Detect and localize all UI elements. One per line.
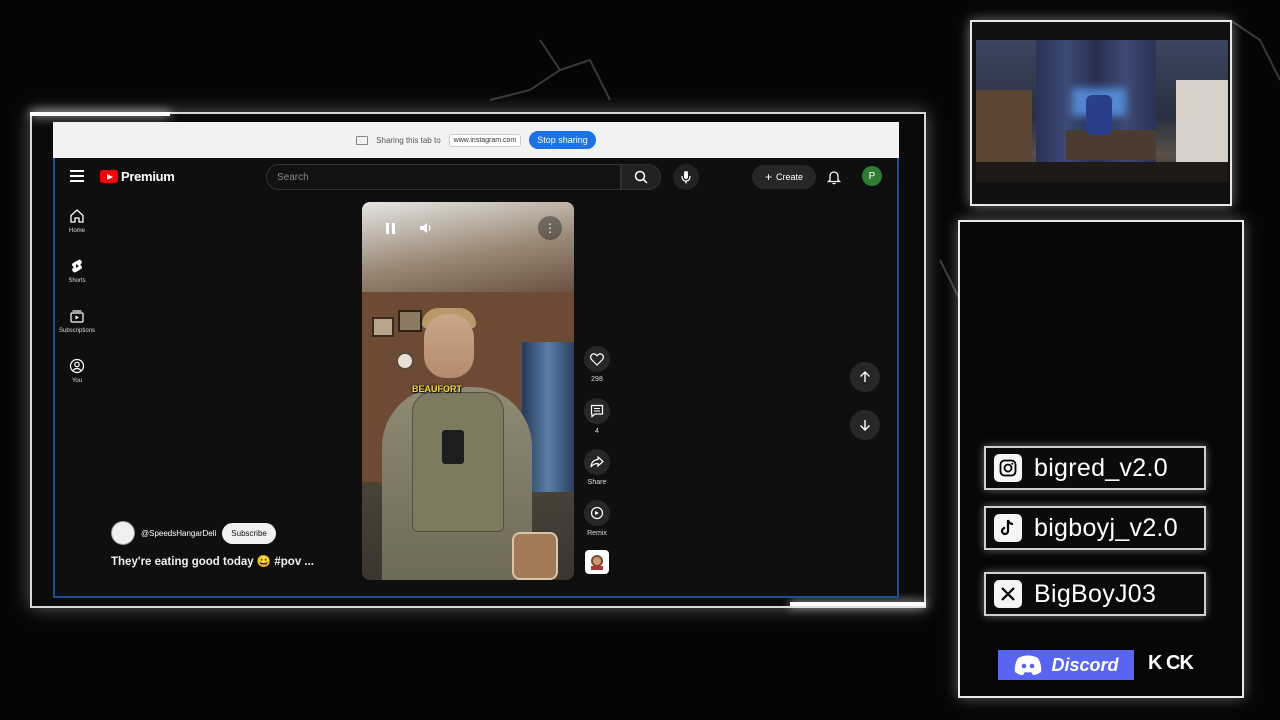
sidebar-item-label: Home xyxy=(68,228,85,234)
youtube-play-icon xyxy=(100,170,118,183)
video-scene xyxy=(512,532,558,580)
instagram-icon xyxy=(994,454,1022,482)
x-handle-card: BigBoyJ03 xyxy=(984,572,1206,616)
sidebar-item-you[interactable]: You xyxy=(56,358,98,384)
frame-glow-accent xyxy=(790,602,926,606)
microphone-icon xyxy=(681,171,691,184)
share-icon xyxy=(590,456,604,468)
stop-sharing-button[interactable]: Stop sharing xyxy=(529,131,596,149)
home-icon xyxy=(70,209,84,223)
notifications-bell-icon[interactable] xyxy=(826,169,842,185)
x-handle: BigBoyJ03 xyxy=(1034,579,1157,608)
kick-logo: K CK xyxy=(1148,652,1194,674)
remix-icon xyxy=(590,506,604,520)
share-button[interactable]: Share xyxy=(584,449,610,486)
you-icon xyxy=(69,358,85,374)
sidebar-item-label: You xyxy=(71,378,83,384)
account-avatar[interactable]: P xyxy=(862,166,882,186)
remix-button[interactable]: Remix xyxy=(584,500,610,537)
sound-thumbnail[interactable] xyxy=(585,550,609,574)
channel-handle[interactable]: @SpeedsHangarDeli xyxy=(141,529,216,538)
search-input[interactable]: Search xyxy=(266,164,621,190)
discord-label: Discord xyxy=(1051,654,1119,675)
heart-icon xyxy=(590,352,604,366)
tab-share-bar: Sharing this tab to www.instagram.com St… xyxy=(53,122,899,158)
remix-label: Remix xyxy=(587,530,607,537)
search-button[interactable] xyxy=(621,164,661,190)
plus-icon: + xyxy=(764,170,772,184)
sidebar-item-shorts[interactable]: Shorts xyxy=(56,258,98,284)
tiktok-icon xyxy=(994,514,1022,542)
share-target-url[interactable]: www.instagram.com xyxy=(448,133,522,147)
discord-badge: Discord xyxy=(998,650,1134,680)
screen-share-icon xyxy=(356,135,369,145)
sidebar-item-subscriptions[interactable]: Subscriptions xyxy=(56,308,98,334)
video-scene xyxy=(424,314,474,378)
volume-icon[interactable] xyxy=(416,218,436,238)
webcam-feed xyxy=(976,40,1228,182)
short-title[interactable]: They're eating good today 😀 #pov ... xyxy=(111,554,314,568)
arrow-down-icon xyxy=(860,420,870,431)
video-scene xyxy=(396,352,414,370)
pause-button[interactable] xyxy=(380,218,400,238)
video-scene xyxy=(362,202,574,292)
instagram-handle-card: bigred_v2.0 xyxy=(984,446,1206,490)
more-options-icon[interactable]: ⋮ xyxy=(538,216,562,240)
subscribe-button[interactable]: Subscribe xyxy=(222,522,276,544)
sidebar-item-label: Shorts xyxy=(68,278,86,284)
webcam-scene xyxy=(976,162,1228,182)
channel-info: @SpeedsHangarDeli Subscribe xyxy=(111,521,276,545)
shorts-icon xyxy=(72,259,82,273)
frame-glow-accent xyxy=(30,112,170,116)
share-message: Sharing this tab to xyxy=(376,135,441,145)
comment-icon xyxy=(590,404,604,418)
video-scene xyxy=(398,310,422,332)
create-label: Create xyxy=(776,172,804,182)
comment-count: 4 xyxy=(595,428,599,435)
search-icon xyxy=(634,170,648,184)
instagram-handle: bigred_v2.0 xyxy=(1034,453,1168,482)
channel-logo-icon xyxy=(591,555,603,570)
video-scene xyxy=(442,430,464,464)
tiktok-handle: bigboyj_v2.0 xyxy=(1034,513,1178,542)
like-count: 298 xyxy=(591,376,603,383)
next-short-button[interactable] xyxy=(850,410,880,440)
arrow-up-icon xyxy=(860,371,870,382)
tiktok-handle-card: bigboyj_v2.0 xyxy=(984,506,1206,550)
create-button[interactable]: + Create xyxy=(752,165,816,189)
youtube-logo[interactable]: Premium xyxy=(100,169,175,184)
webcam-scene xyxy=(1086,95,1112,135)
x-logo-icon xyxy=(994,580,1022,608)
video-caption-overlay: BEAUFORT xyxy=(412,384,462,394)
menu-icon[interactable] xyxy=(70,170,84,182)
previous-short-button[interactable] xyxy=(850,362,880,392)
like-button[interactable]: 298 xyxy=(584,346,610,383)
subscriptions-icon xyxy=(70,310,84,323)
channel-avatar[interactable] xyxy=(111,521,135,545)
short-video-player[interactable]: BEAUFORT ⋮ xyxy=(362,202,574,580)
webcam-scene xyxy=(1066,130,1156,160)
discord-icon xyxy=(1015,655,1042,675)
voice-search-button[interactable] xyxy=(673,164,699,190)
sidebar-item-home[interactable]: Home xyxy=(56,208,98,234)
share-label: Share xyxy=(587,479,607,486)
youtube-logo-text: Premium xyxy=(121,169,175,184)
comments-button[interactable]: 4 xyxy=(584,398,610,435)
sidebar-item-label: Subscriptions xyxy=(58,328,96,334)
video-scene xyxy=(372,317,394,337)
